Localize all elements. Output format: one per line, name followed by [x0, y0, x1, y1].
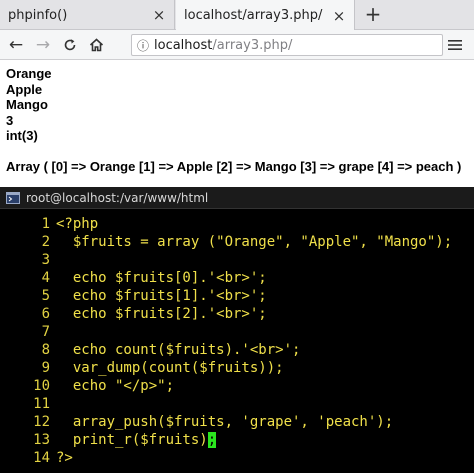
line-number: 2 — [41, 234, 50, 250]
code-line: 10 echo "</p>"; — [0, 377, 474, 395]
code-line: 1 <?php — [0, 215, 474, 233]
menu-button[interactable] — [444, 35, 466, 55]
tab-label: localhost/array3.php/ — [184, 8, 323, 23]
code-text: array_push($fruits, 'grape', 'peach'); — [56, 414, 394, 430]
forward-button[interactable]: → — [33, 35, 53, 55]
text-cursor: ; — [207, 432, 217, 448]
code-line: 9 var_dump(count($fruits)); — [0, 359, 474, 377]
code-line: 14 ?> — [0, 449, 474, 467]
tab-phpinfo[interactable]: phpinfo() × — [0, 0, 175, 30]
code-line: 7 — [0, 323, 474, 341]
home-button[interactable] — [86, 35, 106, 55]
url-host: localhost — [154, 37, 213, 53]
code-line: 5 echo $fruits[1].'<br>'; — [0, 287, 474, 305]
line-number: 10 — [33, 378, 50, 394]
line-number: 1 — [41, 216, 50, 232]
line-number: 14 — [33, 450, 50, 466]
new-tab-button[interactable]: + — [362, 2, 384, 26]
line-number: 3 — [41, 252, 50, 268]
tilde-marker: ~ — [0, 467, 10, 473]
terminal-icon — [6, 191, 20, 204]
code-text: print_r($fruits) — [56, 432, 208, 448]
address-bar[interactable]: ⓘ localhost/array3.php/ — [131, 34, 443, 56]
code-text: echo $fruits[2].'<br>'; — [56, 306, 267, 322]
empty-line-marker: ~ — [0, 467, 474, 473]
close-icon[interactable]: × — [150, 6, 168, 24]
terminal-titlebar: root@localhost:/var/www/html — [0, 187, 474, 209]
close-icon[interactable]: × — [330, 7, 348, 25]
code-line: 8 echo count($fruits).'<br>'; — [0, 341, 474, 359]
hamburger-menu-icon — [448, 40, 462, 50]
code-text: echo $fruits[1].'<br>'; — [56, 288, 267, 304]
code-text: echo count($fruits).'<br>'; — [56, 342, 301, 358]
output-line: int(3) — [6, 128, 38, 143]
print-r-output: Array ( [0] => Orange [1] => Apple [2] =… — [6, 158, 462, 174]
code-line: 12 array_push($fruits, 'grape', 'peach')… — [0, 413, 474, 431]
line-number: 9 — [41, 360, 50, 376]
line-number: 13 — [33, 432, 50, 448]
line-number: 4 — [41, 270, 50, 286]
code-text: <?php — [56, 216, 99, 232]
line-number: 12 — [33, 414, 50, 430]
tab-label: phpinfo() — [8, 7, 68, 23]
code-line: 13 print_r($fruits); — [0, 431, 474, 449]
terminal-window[interactable]: root@localhost:/var/www/html 1 <?php 2 $fr… — [0, 187, 474, 473]
output-line: Apple — [6, 81, 43, 97]
code-line: 2 $fruits = array ("Orange", "Apple", "M… — [0, 233, 474, 251]
code-text: ?> — [56, 450, 73, 466]
reload-icon — [64, 39, 76, 51]
tab-array3[interactable]: localhost/array3.php/ × — [176, 0, 355, 31]
code-line: 11 — [0, 395, 474, 413]
code-text: echo $fruits[0].'<br>'; — [56, 270, 267, 286]
output-line: Orange — [6, 66, 52, 81]
line-number: 5 — [41, 288, 50, 304]
terminal-title: root@localhost:/var/www/html — [26, 190, 209, 205]
code-text: echo "</p>"; — [56, 378, 175, 394]
back-button[interactable]: ← — [6, 35, 26, 55]
code-editor[interactable]: 1 <?php 2 $fruits = array ("Orange", "Appl… — [0, 215, 474, 473]
page-content: Orange Apple Mango 3 int(3) Array ( [0] … — [6, 66, 468, 174]
code-line: 6 echo $fruits[2].'<br>'; — [0, 305, 474, 323]
line-number: 11 — [33, 396, 50, 412]
output-line: Mango — [6, 97, 48, 112]
code-text: $fruits = array ("Orange", "Apple", "Man… — [56, 234, 453, 250]
info-icon[interactable]: ⓘ — [132, 37, 154, 54]
line-number: 6 — [41, 306, 50, 322]
output-line: 3 — [6, 112, 14, 128]
code-text: var_dump(count($fruits)); — [56, 360, 284, 376]
code-line: 3 — [0, 251, 474, 269]
navigation-bar: ← → ⓘ localhost/array3.php/ — [0, 30, 474, 60]
line-number: 8 — [41, 342, 50, 358]
tab-strip: phpinfo() × localhost/array3.php/ × + — [0, 0, 474, 31]
line-number: 7 — [41, 324, 50, 340]
url-path: /array3.php/ — [212, 37, 293, 53]
home-icon — [89, 38, 103, 52]
code-line: 4 echo $fruits[0].'<br>'; — [0, 269, 474, 287]
reload-button[interactable] — [60, 35, 80, 55]
